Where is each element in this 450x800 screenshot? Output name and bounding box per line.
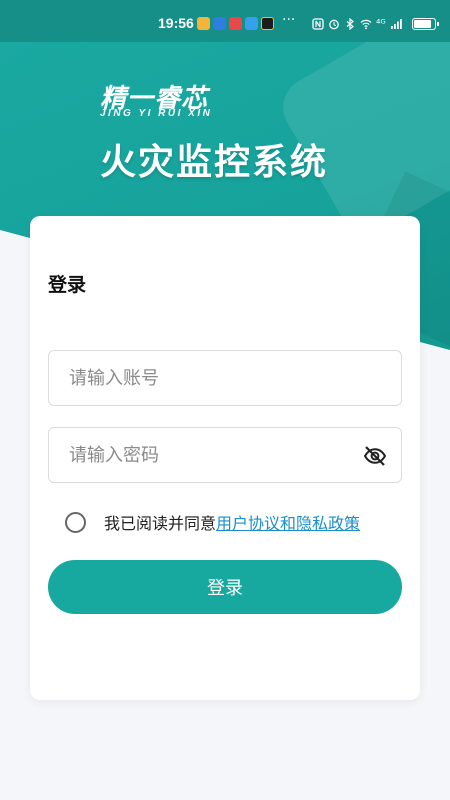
password-field[interactable] [48,427,402,483]
battery-icon [411,17,439,30]
notification-app-icon [213,17,226,30]
bluetooth-icon [346,17,354,30]
wifi-icon [360,19,372,29]
account-input[interactable] [49,351,401,405]
status-bar: 19:56 ··· ⁴ᴳ [0,0,450,42]
eye-off-icon[interactable] [363,444,387,468]
app-title: 火灾监控系统 [100,142,329,183]
status-more-icon: ··· [282,12,296,28]
notification-app-icon [229,17,242,30]
password-input[interactable] [49,428,401,482]
agreement-link[interactable]: 用户协议和隐私政策 [216,510,360,534]
alarm-icon [329,19,339,29]
login-button[interactable]: 登录 [48,560,402,614]
notification-app-icon [197,17,210,30]
notification-app-icon [261,17,274,30]
network-type-label: ⁴ᴳ [376,17,386,30]
battery-level [413,19,431,28]
login-title: 登录 [48,274,87,296]
agreement-text: 我已阅读并同意 [104,514,217,533]
agreement-checkbox[interactable] [65,511,86,533]
status-time: 19:56 [158,15,194,31]
login-card: 登录 我已阅读并同意用户协议和隐私政策 登录 [30,216,420,700]
status-system-icons: ⁴ᴳ [312,17,439,30]
nfc-icon [312,17,324,30]
account-field[interactable] [48,350,402,406]
signal-icon [390,18,402,29]
notification-app-icon [245,17,258,30]
brand-logo-subtitle: JING YI RUI XIN [100,108,213,119]
agreement-row: 我已阅读并同意 用户协议和隐私政策 [65,510,360,534]
status-app-icons [197,17,274,30]
